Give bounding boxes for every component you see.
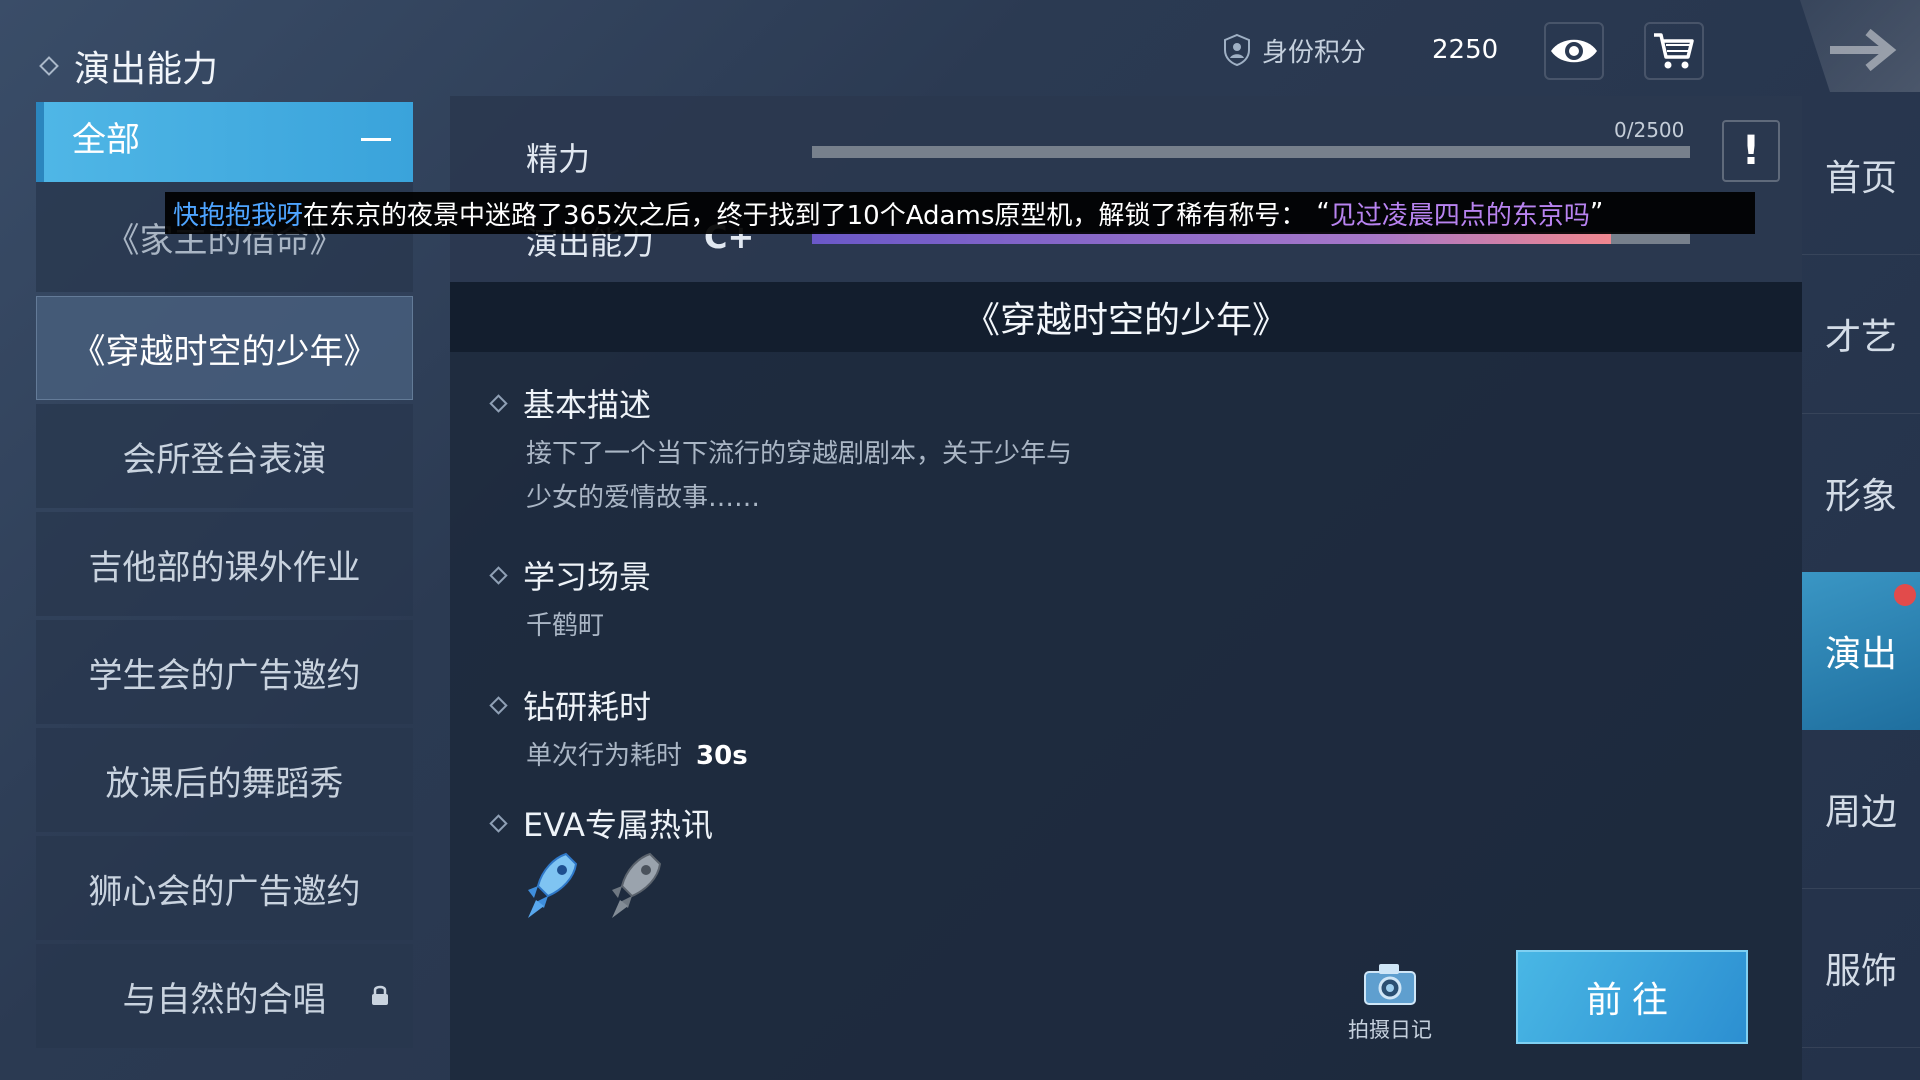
diamond-bullet-icon: [489, 813, 508, 833]
camera-icon: [1364, 964, 1416, 1005]
nav-image[interactable]: 形象: [1802, 414, 1920, 573]
time-label: 单次行为耗时: [526, 741, 683, 771]
arrow-right-icon: [1830, 28, 1897, 72]
nav-outfit[interactable]: 服饰: [1802, 889, 1920, 1048]
diamond-bullet-icon: [489, 393, 508, 413]
section-heading: 钻研耗时: [523, 688, 652, 726]
scene-value: 千鹤町: [526, 611, 605, 641]
photo-diary-label: 拍摄日记: [1348, 1018, 1432, 1042]
go-button-label: 前往: [1585, 980, 1678, 1021]
list-item[interactable]: 学生会的广告邀约: [36, 620, 413, 724]
page-title-block: 演出能力: [39, 40, 219, 92]
diamond-bullet-icon: [39, 56, 59, 76]
unlocked-title: 见过凌晨四点的东京吗: [1329, 200, 1590, 231]
nav-performance[interactable]: 演出: [1802, 572, 1920, 730]
filter-all-tab[interactable]: 全部: [36, 102, 413, 182]
nav-home[interactable]: 首页: [1802, 96, 1920, 255]
collapse-icon[interactable]: [361, 138, 391, 141]
section-heading: 基本描述: [523, 386, 652, 424]
currency-label: 身份积分: [1262, 37, 1367, 68]
view-button[interactable]: [1544, 22, 1604, 80]
diamond-bullet-icon: [489, 695, 508, 715]
section-heading: EVA专属热讯: [523, 806, 713, 844]
time-value: 30s: [696, 741, 748, 771]
rocket-icon[interactable]: [610, 852, 662, 920]
shop-button[interactable]: [1644, 22, 1704, 80]
eye-icon: [1551, 39, 1597, 63]
performance-title-banner: 《穿越时空的少年》: [450, 282, 1802, 352]
photo-diary-button[interactable]: 拍摄日记: [1340, 960, 1440, 1044]
list-item-locked[interactable]: 与自然的合唱: [36, 944, 413, 1048]
go-button[interactable]: 前往: [1516, 950, 1748, 1044]
cart-icon: [1654, 33, 1694, 69]
section-eva-news: EVA专属热讯: [489, 800, 713, 846]
lock-icon: [372, 985, 388, 1005]
notification-dot: [1894, 584, 1916, 606]
nav-label: 首页: [1824, 158, 1897, 199]
player-name[interactable]: 快抱抱我呀: [173, 195, 303, 232]
list-item-label: 放课后的舞蹈秀: [105, 763, 344, 804]
list-item-label: 狮心会的广告邀约: [88, 871, 361, 912]
next-button[interactable]: [1800, 0, 1920, 92]
description-line: 接下了一个当下流行的穿越剧剧本，关于少年与: [526, 439, 1073, 469]
quote-close: ”: [1589, 198, 1604, 228]
exclamation-icon: !: [1741, 128, 1761, 174]
nav-label: 才艺: [1824, 317, 1897, 358]
energy-label: 精力: [526, 140, 591, 178]
nav-merch[interactable]: 周边: [1802, 730, 1920, 889]
list-item-label: 《穿越时空的少年》: [71, 331, 378, 372]
nav-label: 服饰: [1824, 951, 1897, 992]
list-item[interactable]: 会所登台表演: [36, 404, 413, 508]
list-item[interactable]: 吉他部的课外作业: [36, 512, 413, 616]
list-item[interactable]: 狮心会的广告邀约: [36, 836, 413, 940]
performance-list: 全部 《家主的宿命》 《穿越时空的少年》 会所登台表演 吉他部的课外作业 学生会…: [36, 102, 413, 1048]
list-item-label: 与自然的合唱: [122, 979, 327, 1020]
energy-bar: [812, 146, 1690, 158]
list-item-selected[interactable]: 《穿越时空的少年》: [36, 296, 413, 400]
currency-display: 身份积分 2250: [1222, 28, 1498, 72]
performance-title: 《穿越时空的少年》: [963, 300, 1288, 341]
list-item[interactable]: 放课后的舞蹈秀: [36, 728, 413, 832]
broadcast-text: 在东京的夜景中迷路了365次之后，终于找到了10个Adams原型机，解锁了稀有称…: [303, 200, 1307, 231]
section-time: 钻研耗时 单次行为耗时 30s: [489, 682, 748, 778]
section-heading: 学习场景: [523, 558, 652, 596]
list-item-label: 吉他部的课外作业: [88, 547, 361, 588]
energy-counter: 0/2500: [1614, 118, 1685, 142]
list-item-label: 学生会的广告邀约: [88, 655, 361, 696]
description-line: 少女的爱情故事……: [526, 483, 761, 513]
currency-value: 2250: [1432, 35, 1499, 65]
info-button[interactable]: !: [1722, 120, 1780, 182]
rocket-icon[interactable]: [526, 852, 578, 920]
diamond-bullet-icon: [489, 565, 508, 585]
nav-label: 演出: [1824, 634, 1897, 675]
shield-icon: [1224, 33, 1250, 67]
nav-label: 形象: [1824, 476, 1897, 517]
nav-talent[interactable]: 才艺: [1802, 255, 1920, 414]
nav-label: 周边: [1824, 792, 1897, 833]
section-scene: 学习场景 千鹤町: [489, 552, 652, 648]
list-item-label: 会所登台表演: [122, 439, 327, 480]
filter-all-label: 全部: [72, 120, 140, 160]
right-nav: 首页 才艺 形象 演出 周边 服饰: [1802, 96, 1920, 1048]
page-title: 演出能力: [74, 49, 219, 90]
quote-open: “: [1316, 198, 1330, 228]
system-broadcast: 快抱抱我呀 在东京的夜景中迷路了365次之后，终于找到了10个Adams原型机，…: [165, 192, 1755, 234]
section-description: 基本描述 接下了一个当下流行的穿越剧剧本，关于少年与 少女的爱情故事……: [489, 380, 1073, 520]
